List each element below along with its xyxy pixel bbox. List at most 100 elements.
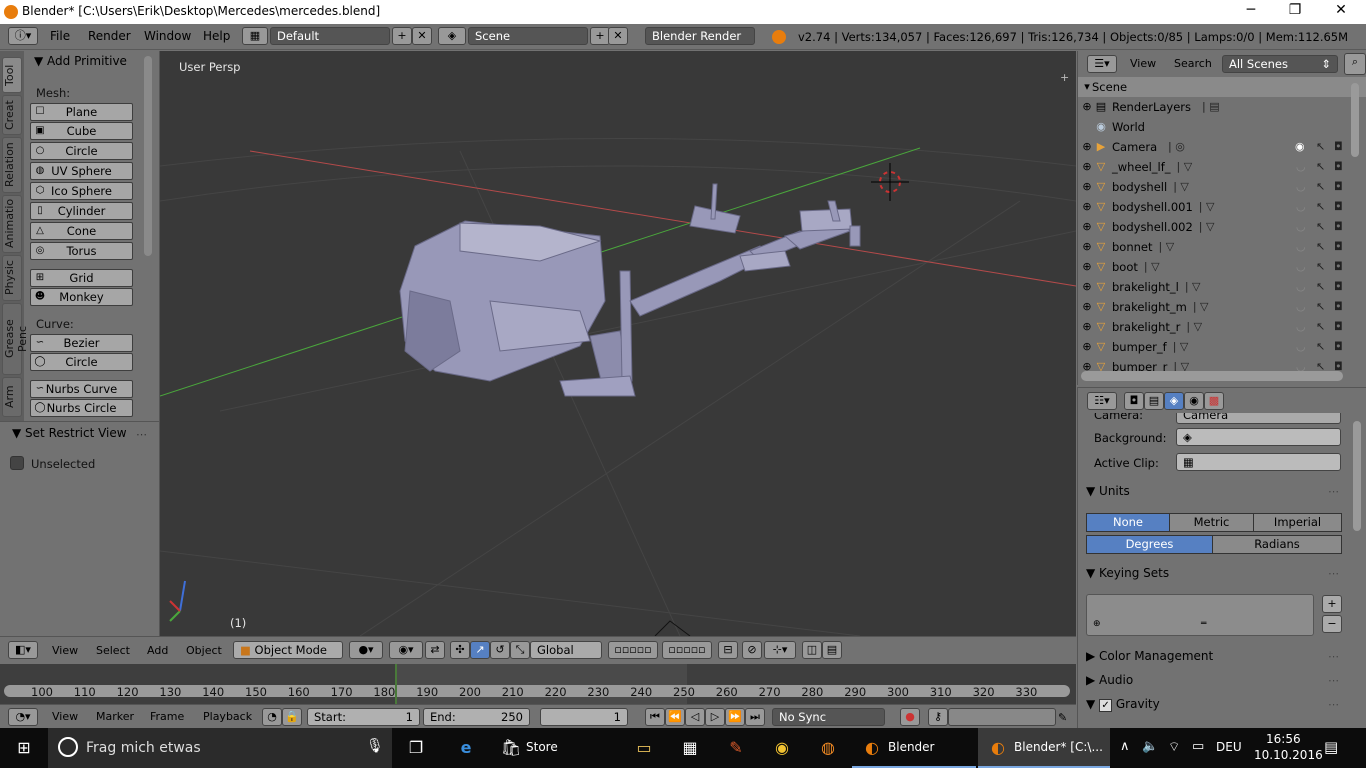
renderability-camera-icon[interactable]: ◘ (1334, 140, 1343, 153)
jump-keyframe-forward-icon[interactable]: ⏩ (725, 708, 745, 726)
scene-browse-icon[interactable]: ◈ (438, 27, 466, 45)
menu-file[interactable]: File (50, 29, 70, 43)
outliner-row-object[interactable]: ⊕ ▽ _wheel_lf_ ◡ ↖ ◘ | ▽ (1078, 157, 1366, 177)
render-still-icon[interactable]: ◫ (802, 641, 822, 659)
timeline-menu-playback[interactable]: Playback (203, 710, 252, 723)
audio-panel-header[interactable]: ▶ Audio (1086, 673, 1133, 687)
tab-armature[interactable]: Arm (2, 377, 22, 417)
scene-tab-icon[interactable]: ◈ (1164, 392, 1184, 410)
microphone-icon[interactable]: 🎙 (366, 738, 384, 754)
menu-help[interactable]: Help (203, 29, 230, 43)
render-animation-icon[interactable]: ▤ (822, 641, 842, 659)
outliner-row-world[interactable]: ◉ World (1078, 117, 1366, 137)
world-tab-icon[interactable]: ◉ (1184, 392, 1204, 410)
render-tab-icon[interactable]: ◘ (1124, 392, 1144, 410)
expand-icon[interactable]: ⊕ (1080, 340, 1094, 354)
unit-imperial-button[interactable]: Imperial (1253, 513, 1342, 532)
timeline-area[interactable]: 100 110 120 130 140 150 160 170 180 190 200 210 220 2… (0, 664, 1076, 704)
menu-view[interactable]: View (52, 644, 78, 657)
outliner-vertical-scrollbar[interactable] (1351, 83, 1359, 157)
renderability-camera-icon[interactable]: ◘ (1334, 160, 1343, 173)
start-frame-field[interactable]: Start: 1 (307, 708, 420, 726)
add-scene-icon[interactable]: + (590, 27, 610, 45)
properties-scrollbar[interactable] (1353, 421, 1361, 531)
visibility-eye-icon[interactable]: ◡ (1296, 220, 1306, 233)
unit-metric-button[interactable]: Metric (1169, 513, 1254, 532)
proportional-edit-icon[interactable]: ⊘ (742, 641, 762, 659)
outliner-row-object[interactable]: ⊕ ▽ bonnet ◡ ↖ ◘ | ▽ (1078, 237, 1366, 257)
preview-range-icon[interactable]: ◔ (262, 708, 282, 726)
drag-handle-icon[interactable]: ⋯ (1328, 567, 1339, 580)
jump-keyframe-back-icon[interactable]: ⏪ (665, 708, 685, 726)
jump-start-icon[interactable]: ⏮ (645, 708, 665, 726)
expand-icon[interactable]: ⊕ (1080, 280, 1094, 294)
editor-type-icon[interactable]: ◧▾ (8, 641, 38, 659)
camera-object-icon[interactable] (654, 620, 691, 636)
timeline-menu-marker[interactable]: Marker (96, 710, 134, 723)
store-icon[interactable]: 🛍 (499, 736, 523, 760)
keying-sets-panel-header[interactable]: ▼ Keying Sets (1086, 566, 1169, 580)
selectability-cursor-icon[interactable]: ↖ (1316, 220, 1325, 233)
pivot-point-icon[interactable]: ◉▾ (389, 641, 423, 659)
network-icon[interactable]: ⌔ (1168, 739, 1180, 755)
renderability-camera-icon[interactable]: ◘ (1334, 320, 1343, 333)
add-bezier-button[interactable]: ∽ Bezier (30, 334, 133, 352)
edge-icon[interactable]: e (454, 736, 478, 760)
orientation-select[interactable]: Global (530, 641, 602, 659)
timeline-menu-frame[interactable]: Frame (150, 710, 184, 723)
renderability-camera-icon[interactable]: ◘ (1334, 200, 1343, 213)
layers-second-block[interactable]: ▫▫▫▫▫ (662, 641, 712, 659)
texture-tab-icon[interactable]: ▩ (1204, 392, 1224, 410)
jump-end-icon[interactable]: ⏭ (745, 708, 765, 726)
language-indicator[interactable]: DEU (1216, 740, 1242, 754)
menu-window[interactable]: Window (144, 29, 191, 43)
expand-icon[interactable]: ⊕ (1080, 240, 1094, 254)
info-editor-type-icon[interactable]: ⓘ▾ (8, 27, 38, 45)
renderability-camera-icon[interactable]: ◘ (1334, 340, 1343, 353)
outliner-row-object[interactable]: ⊕ ▽ bodyshell.002 ◡ ↖ ◘ | ▽ (1078, 217, 1366, 237)
camera-field[interactable]: Camera (1176, 413, 1341, 424)
outliner[interactable]: ▾ Scene ⊕ ▤ RenderLayers | ▤ ◉ World ⊕ ▶ Camera… (1077, 77, 1366, 385)
visibility-eye-icon[interactable]: ◡ (1296, 300, 1306, 313)
outliner-row-object[interactable]: ⊕ ▽ bodyshell ◡ ↖ ◘ | ▽ (1078, 177, 1366, 197)
renderability-camera-icon[interactable]: ◘ (1334, 240, 1343, 253)
battery-icon[interactable]: ▭ (1192, 739, 1204, 754)
lock-range-icon[interactable]: 🔒 (282, 708, 302, 726)
renderlayers-tab-icon[interactable]: ▤ (1144, 392, 1164, 410)
visibility-eye-icon[interactable]: ◉ (1295, 140, 1305, 153)
outliner-row-object[interactable]: ⊕ ▽ bumper_f ◡ ↖ ◘ | ▽ (1078, 337, 1366, 357)
scene-field[interactable]: Scene (468, 27, 588, 45)
properties-region-toggle-icon[interactable]: + (1060, 71, 1069, 84)
properties-editor-type-icon[interactable]: ☷▾ (1087, 392, 1117, 410)
background-field[interactable]: ◈ (1176, 428, 1341, 446)
menu-render[interactable]: Render (88, 29, 131, 43)
outliner-row-object[interactable]: ⊕ ▽ bodyshell.001 ◡ ↖ ◘ | ▽ (1078, 197, 1366, 217)
tab-physics[interactable]: Physic (2, 255, 22, 301)
clock-time[interactable]: 16:56 (1266, 732, 1301, 746)
eyedropper-icon[interactable]: ✎ (1058, 711, 1067, 724)
selectability-cursor-icon[interactable]: ↖ (1316, 260, 1325, 273)
3d-viewport[interactable]: User Persp (1) + (160, 51, 1076, 636)
cortana-search-box[interactable]: Frag mich etwas 🎙 (48, 728, 392, 768)
action-center-icon[interactable]: ▤ (1324, 738, 1338, 756)
play-icon[interactable]: ▷ (705, 708, 725, 726)
add-plane-button[interactable]: ☐ Plane (30, 103, 133, 121)
play-reverse-icon[interactable]: ◁ (685, 708, 705, 726)
manipulator-toggle-icon[interactable]: ⇄ (425, 641, 445, 659)
tab-tool[interactable]: Tool (2, 57, 22, 93)
tab-grease-pencil[interactable]: Grease Penc (2, 303, 29, 375)
close-button[interactable]: ✕ (1326, 2, 1356, 18)
maximize-button[interactable]: ❐ (1280, 2, 1310, 18)
add-cube-button[interactable]: ▣ Cube (30, 122, 133, 140)
outliner-row-camera[interactable]: ⊕ ▶ Camera | ◎ ◉ ↖ ◘ (1078, 137, 1366, 157)
menu-object[interactable]: Object (186, 644, 222, 657)
add-cone-button[interactable]: △ Cone (30, 222, 133, 240)
expand-icon[interactable]: ⊕ (1080, 180, 1094, 194)
keying-sets-list[interactable]: ⊕ ═ (1086, 594, 1314, 636)
keying-set-icon[interactable]: ⚷ (928, 708, 948, 726)
renderability-camera-icon[interactable]: ◘ (1334, 280, 1343, 293)
selectability-cursor-icon[interactable]: ↖ (1316, 340, 1325, 353)
manipulator-translate-icon[interactable]: ✣ (450, 641, 470, 659)
visibility-eye-icon[interactable]: ◡ (1296, 260, 1306, 273)
visibility-eye-icon[interactable]: ◡ (1296, 280, 1306, 293)
